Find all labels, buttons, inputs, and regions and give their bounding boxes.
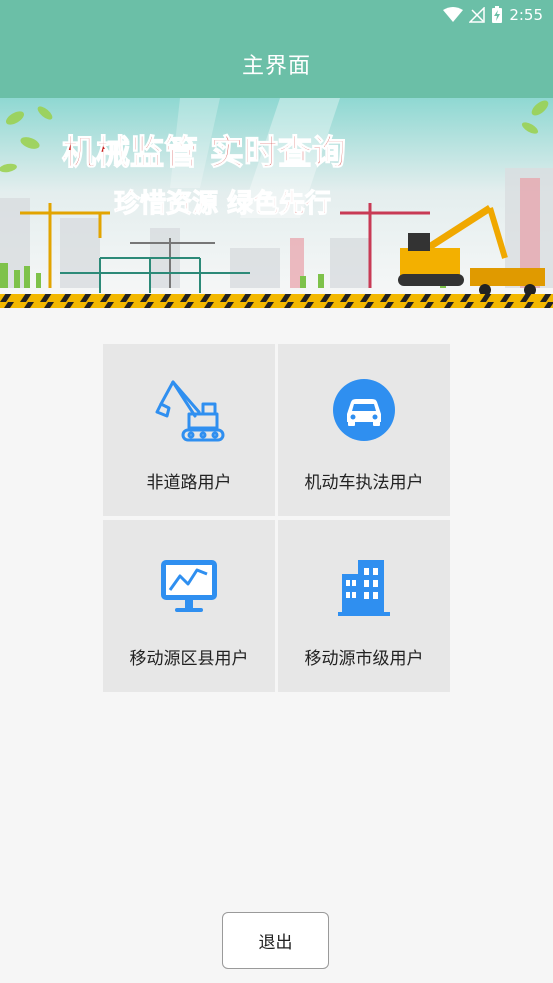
tile-label: 非道路用户 [146, 473, 232, 493]
banner: 机械监管 实时查询 珍惜资源 绿色先行 [0, 98, 553, 308]
signal-icon [469, 7, 486, 23]
logout-button[interactable]: 退出 [222, 912, 329, 969]
tile-label: 移动源区县用户 [129, 649, 249, 669]
excavator-icon [153, 374, 225, 446]
tile-district-mobile-source-user[interactable]: 移动源区县用户 [103, 520, 275, 692]
tile-city-mobile-source-user[interactable]: 移动源市级用户 [278, 520, 450, 692]
buildings-icon [328, 550, 400, 622]
tile-label: 移动源市级用户 [304, 649, 424, 669]
tile-vehicle-enforcement-user[interactable]: 机动车执法用户 [278, 344, 450, 516]
wifi-icon [443, 7, 464, 23]
status-time: 2:55 [509, 6, 543, 24]
banner-slogan: 珍惜资源 绿色先行 [114, 188, 331, 219]
tile-nonroad-user[interactable]: 非道路用户 [103, 344, 275, 516]
battery-charging-icon [491, 6, 503, 24]
tile-label: 机动车执法用户 [304, 473, 424, 493]
app-bar: 2:55 主界面 [0, 0, 553, 98]
banner-headline: 机械监管 实时查询 [62, 133, 346, 173]
car-icon [328, 374, 400, 446]
monitor-chart-icon [153, 550, 225, 622]
status-bar: 2:55 [443, 4, 543, 26]
page-title: 主界面 [241, 54, 311, 79]
menu-grid: 非道路用户 机动车执法用户 移动源区县用户 移动源市级用户 [103, 344, 450, 692]
